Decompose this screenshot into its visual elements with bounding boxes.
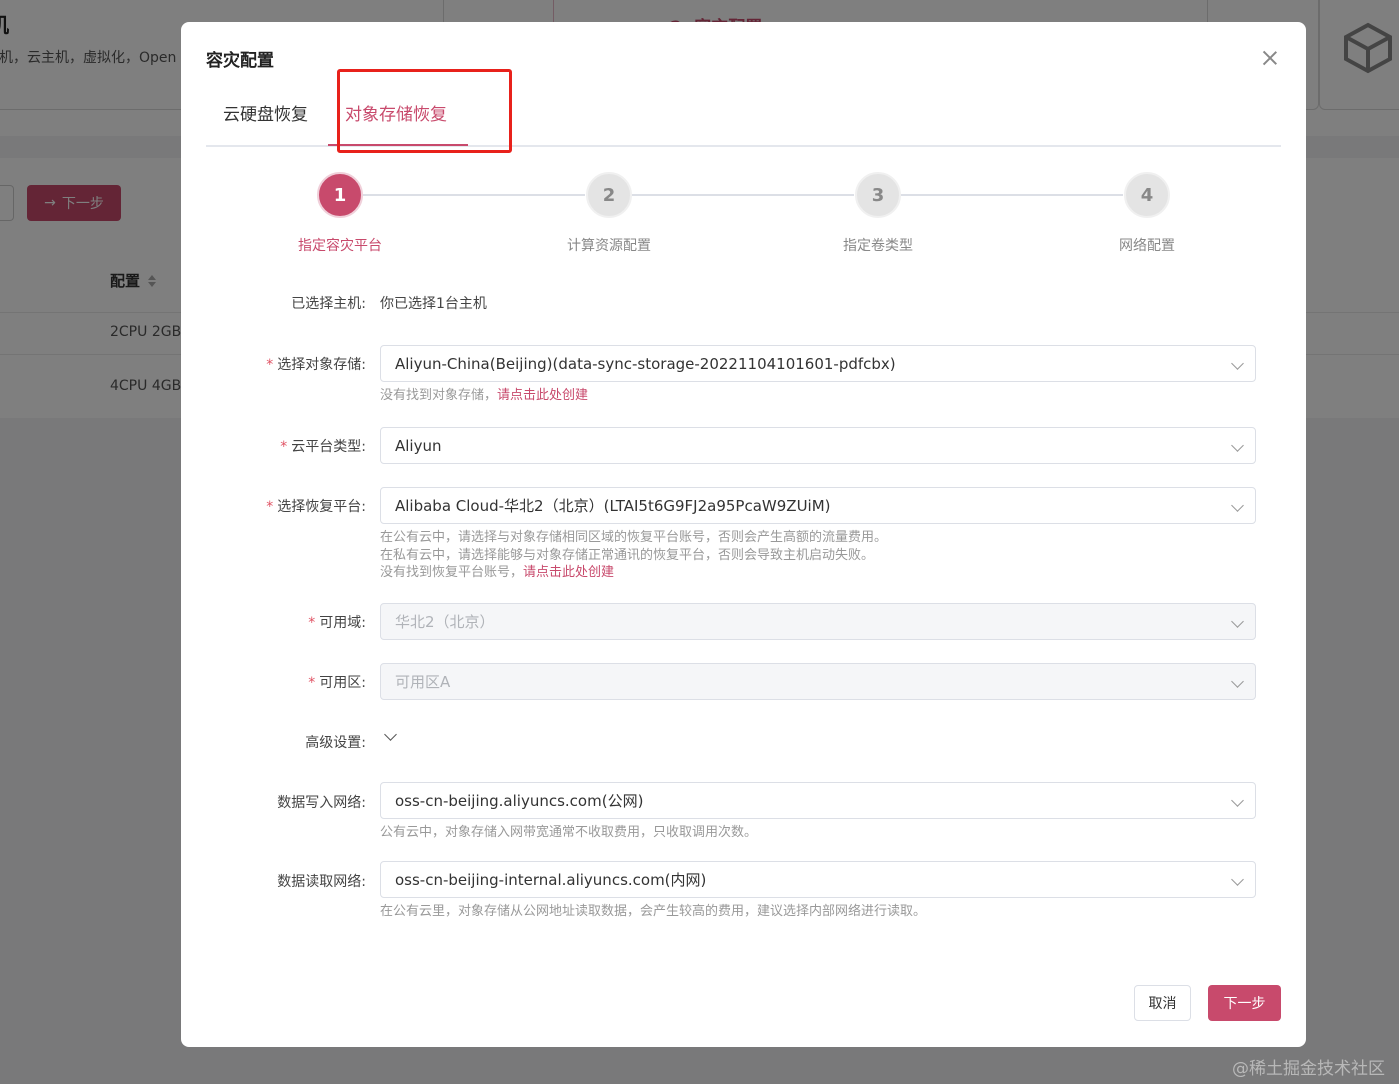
step-indicator: 1 2 3 4 指定容灾平台 计算资源配置 指定卷类型 网络配置 — [181, 167, 1306, 267]
read-network-value: oss-cn-beijing-internal.aliyuncs.com(内网) — [395, 871, 707, 889]
object-storage-hint: 没有找到对象存储，请点击此处创建 — [380, 388, 589, 403]
step-3-label: 指定卷类型 — [843, 238, 913, 254]
recovery-platform-select[interactable]: Alibaba Cloud-华北2（北京）(LTAI5t6G9FJ2a95Pca… — [380, 487, 1256, 524]
object-storage-value: Aliyun-China(Beijing)(data-sync-storage-… — [395, 354, 896, 373]
advanced-expand-icon[interactable] — [384, 728, 397, 741]
chevron-down-icon — [1231, 794, 1244, 807]
step-connector — [901, 194, 1123, 196]
zone-select: 可用区A — [380, 663, 1256, 700]
write-network-select[interactable]: oss-cn-beijing.aliyuncs.com(公网) — [380, 782, 1256, 819]
chevron-down-icon — [1231, 675, 1244, 688]
next-button[interactable]: 下一步 — [1208, 985, 1281, 1021]
chevron-down-icon — [1231, 357, 1244, 370]
object-storage-select[interactable]: Aliyun-China(Beijing)(data-sync-storage-… — [380, 345, 1256, 382]
highlight-annotation-box — [337, 69, 512, 153]
recovery-platform-value: Alibaba Cloud-华北2（北京）(LTAI5t6G9FJ2a95Pca… — [395, 497, 831, 515]
step-4-label: 网络配置 — [1119, 238, 1175, 254]
zone-label: * 可用区: — [308, 675, 366, 691]
step-4-circle: 4 — [1124, 172, 1170, 218]
tab-cloud-disk-recovery[interactable]: 云硬盘恢复 — [223, 100, 308, 125]
chevron-down-icon — [1231, 615, 1244, 628]
dr-config-dialog: 容灾配置 云硬盘恢复 对象存储恢复 1 2 3 4 指定容灾平台 计算资源配置 … — [181, 22, 1306, 1047]
cancel-button[interactable]: 取消 — [1134, 985, 1191, 1021]
step-2-label: 计算资源配置 — [567, 238, 651, 254]
close-icon[interactable] — [1261, 49, 1279, 67]
cloud-type-label: * 云平台类型: — [280, 439, 366, 455]
read-network-hint: 在公有云里，对象存储从公网地址读取数据，会产生较高的费用，建议选择内部网络进行读… — [380, 904, 927, 919]
write-network-label: 数据写入网络: — [277, 795, 366, 811]
chevron-down-icon — [1231, 499, 1244, 512]
write-network-value: oss-cn-beijing.aliyuncs.com(公网) — [395, 792, 644, 810]
step-connector — [363, 194, 585, 196]
chevron-down-icon — [1231, 873, 1244, 886]
step-3-circle: 3 — [855, 172, 901, 218]
create-recovery-platform-link[interactable]: 请点击此处创建 — [523, 565, 614, 580]
step-connector — [632, 194, 854, 196]
selected-hosts-value: 你已选择1台主机 — [380, 296, 487, 312]
read-network-label: 数据读取网络: — [277, 874, 366, 890]
step-1-label: 指定容灾平台 — [298, 238, 382, 254]
region-label: * 可用域: — [308, 615, 366, 631]
recovery-platform-label: * 选择恢复平台: — [266, 499, 366, 515]
recovery-platform-hint: 在公有云中，请选择与对象存储相同区域的恢复平台账号，否则会产生高额的流量费用。 … — [380, 530, 888, 580]
cloud-type-value: Aliyun — [395, 436, 442, 455]
dialog-title: 容灾配置 — [206, 51, 274, 71]
region-select: 华北2（北京） — [380, 603, 1256, 640]
write-network-hint: 公有云中，对象存储入网带宽通常不收取费用，只收取调用次数。 — [380, 825, 758, 840]
zone-value: 可用区A — [395, 673, 451, 691]
advanced-settings-label: 高级设置: — [305, 735, 366, 751]
read-network-select[interactable]: oss-cn-beijing-internal.aliyuncs.com(内网) — [380, 861, 1256, 898]
selected-hosts-label: 已选择主机: — [291, 296, 366, 312]
create-object-storage-link[interactable]: 请点击此处创建 — [497, 388, 588, 403]
step-1-circle: 1 — [317, 172, 363, 218]
cloud-type-select[interactable]: Aliyun — [380, 427, 1256, 464]
step-2-circle: 2 — [586, 172, 632, 218]
region-value: 华北2（北京） — [395, 613, 495, 631]
chevron-down-icon — [1231, 439, 1244, 452]
watermark: @稀土掘金技术社区 — [1232, 1059, 1385, 1079]
object-storage-label: * 选择对象存储: — [266, 357, 366, 373]
